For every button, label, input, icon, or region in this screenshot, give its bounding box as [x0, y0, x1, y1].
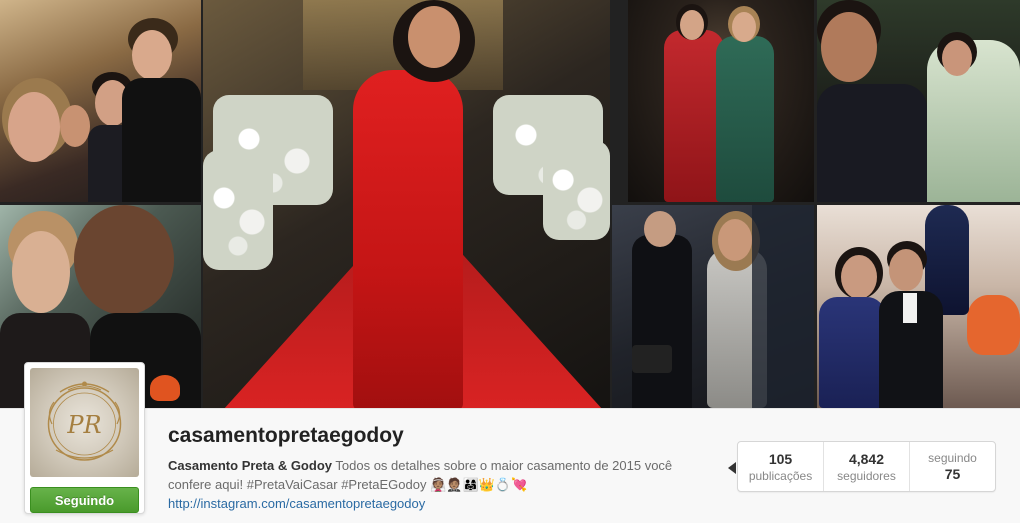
- photo-tile-1[interactable]: [0, 0, 201, 202]
- photo-tile-4[interactable]: [817, 0, 1020, 202]
- following-stat[interactable]: 75 seguindo: [910, 442, 995, 491]
- posts-count: 105: [768, 450, 793, 467]
- avatar-card: PR Seguindo: [24, 362, 145, 514]
- profile-website-link[interactable]: http://instagram.com/casamentopretaegodo…: [168, 494, 718, 513]
- following-count: 75: [944, 466, 961, 482]
- profile-display-name: Casamento Preta & Godoy: [168, 458, 332, 473]
- profile-bio: Casamento Preta & Godoy Todos os detalhe…: [168, 456, 718, 513]
- photo-mosaic: [0, 0, 1020, 408]
- photo-tile-7[interactable]: [817, 205, 1020, 408]
- profile-username: casamentopretaegodoy: [168, 424, 404, 447]
- posts-stat[interactable]: 105 publicações: [738, 442, 824, 491]
- following-button[interactable]: Seguindo: [30, 487, 139, 513]
- stats-pointer: [728, 462, 736, 474]
- photo-tile-2[interactable]: [203, 0, 610, 408]
- profile-stats: 105 publicações 4,842 seguidores 75 segu…: [737, 441, 996, 492]
- followers-stat[interactable]: 4,842 seguidores: [824, 442, 910, 491]
- photo-tile-3[interactable]: [628, 0, 814, 202]
- following-label: seguindo: [928, 451, 977, 465]
- posts-label: publicações: [748, 468, 813, 483]
- avatar-monogram: PR: [66, 411, 101, 439]
- photo-tile-6[interactable]: [612, 205, 814, 408]
- monogram-crest-icon: PR: [47, 381, 122, 461]
- followers-count: 4,842: [848, 450, 885, 467]
- profile-page: PR Seguindo casamentopretaegodoy Casamen…: [0, 0, 1020, 523]
- avatar[interactable]: PR: [30, 368, 139, 477]
- followers-label: seguidores: [837, 468, 896, 483]
